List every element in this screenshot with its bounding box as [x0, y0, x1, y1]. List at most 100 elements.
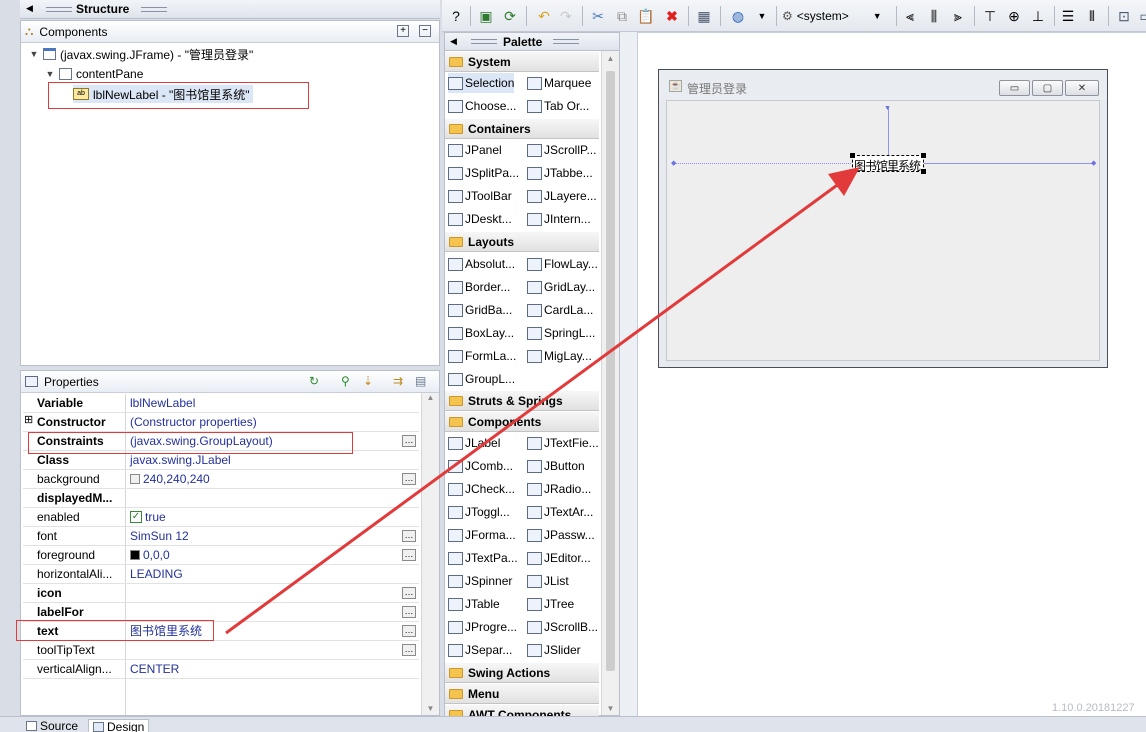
palette-item[interactable]: JTextFie...	[527, 433, 599, 453]
expand-all-icon[interactable]: +	[397, 25, 409, 37]
property-value[interactable]: ✓ true	[126, 508, 419, 526]
palette-item[interactable]: MigLay...	[527, 346, 592, 366]
property-row[interactable]: ⊞ Constructor (Constructor properties)	[23, 413, 419, 432]
close-button[interactable]: ✕	[1065, 80, 1099, 96]
cut-icon[interactable]: ✂	[588, 6, 608, 26]
palette-item[interactable]: FormLa...	[448, 346, 516, 366]
palette-item[interactable]: JSepar...	[448, 640, 512, 660]
help-icon[interactable]: ?	[446, 6, 466, 26]
align-middle-icon[interactable]: ⊕	[1004, 6, 1024, 26]
globe-icon[interactable]: ◍	[728, 6, 748, 26]
expand-icon[interactable]: ⊞	[24, 413, 33, 426]
selected-label[interactable]: 图书馆里系统	[850, 153, 926, 174]
property-value[interactable]: LEADING	[126, 565, 419, 583]
palette-item[interactable]: FlowLay...	[527, 254, 598, 274]
resize-handle[interactable]	[850, 169, 855, 174]
space-vertical-icon[interactable]: ☰	[1058, 6, 1078, 26]
property-value[interactable]	[126, 584, 419, 602]
palette-item[interactable]: JSlider	[527, 640, 581, 660]
resize-handle[interactable]	[850, 153, 855, 158]
tab-design[interactable]: Design	[88, 719, 150, 732]
redo-icon[interactable]: ↷	[556, 6, 576, 26]
align-top-icon[interactable]: ⊤	[980, 6, 1000, 26]
palette-item[interactable]: JScrollP...	[527, 140, 596, 160]
property-row[interactable]: toolTipText…	[23, 641, 419, 660]
property-row[interactable]: displayedM...	[23, 489, 419, 508]
chevron-down-icon[interactable]: ▼	[752, 6, 772, 26]
property-value[interactable]	[126, 489, 419, 507]
property-row[interactable]: icon…	[23, 584, 419, 603]
ellipsis-button[interactable]: …	[402, 473, 416, 485]
ellipsis-button[interactable]: …	[402, 587, 416, 599]
palette-item[interactable]: JTabbe...	[527, 163, 593, 183]
undo-icon[interactable]: ↶	[534, 6, 554, 26]
property-value[interactable]: 0,0,0	[126, 546, 419, 564]
paste-icon[interactable]: 📋	[636, 6, 656, 26]
palette-item[interactable]: GridBa...	[448, 300, 512, 320]
property-row[interactable]: font SimSun 12…	[23, 527, 419, 546]
tab-source[interactable]: Source	[22, 719, 82, 732]
show-events-icon[interactable]: ↻	[309, 374, 319, 388]
palette-item[interactable]: Choose...	[448, 96, 516, 116]
palette-item[interactable]: SpringL...	[527, 323, 595, 343]
property-row[interactable]: background 240,240,240…	[23, 470, 419, 489]
palette-item[interactable]: JPanel	[448, 140, 502, 160]
property-value[interactable]: CENTER	[126, 660, 419, 678]
palette-item[interactable]: JButton	[527, 456, 585, 476]
property-value[interactable]: (Constructor properties)	[126, 413, 419, 431]
palette-item[interactable]: JTextAr...	[527, 502, 593, 522]
properties-scrollbar[interactable]: ▲ ▼	[421, 393, 439, 715]
checkbox-icon[interactable]: ✓	[130, 511, 142, 523]
jframe-preview[interactable]: ☕ 管理员登录 ▭ ▢ ✕ ▼ ◆ ◆ 图书馆里系统	[658, 69, 1108, 368]
palette-item[interactable]: JList	[527, 571, 569, 591]
replicate-width-icon[interactable]: ⊡	[1114, 6, 1134, 26]
palette-item[interactable]: JScrollB...	[527, 617, 598, 637]
restore-default-icon[interactable]: ▤	[415, 374, 426, 388]
palette-item[interactable]: JComb...	[448, 456, 513, 476]
collapse-all-icon[interactable]: −	[419, 25, 431, 37]
palette-item[interactable]: JEditor...	[527, 548, 591, 568]
palette-item[interactable]: Border...	[448, 277, 510, 297]
scroll-up-icon[interactable]: ▲	[602, 54, 619, 63]
property-row[interactable]: verticalAlign... CENTER	[23, 660, 419, 679]
palette-item[interactable]: JRadio...	[527, 479, 591, 499]
palette-item[interactable]: JCheck...	[448, 479, 515, 499]
palette-item[interactable]: JForma...	[448, 525, 516, 545]
palette-item[interactable]: JProgre...	[448, 617, 517, 637]
replicate-height-icon[interactable]: ▭	[1136, 6, 1146, 26]
palette-item[interactable]: JLabel	[448, 433, 500, 453]
palette-item[interactable]: JToolBar	[448, 186, 512, 206]
palette-item[interactable]: JSplitPa...	[448, 163, 519, 183]
property-row[interactable]: foreground 0,0,0…	[23, 546, 419, 565]
resize-handle[interactable]	[921, 153, 926, 158]
ellipsis-button[interactable]: …	[402, 549, 416, 561]
tree-node-contentpane[interactable]: ▼ contentPane	[45, 65, 144, 83]
palette-category-components[interactable]: Components	[445, 411, 599, 432]
chevron-down-icon[interactable]: ▼	[29, 49, 39, 59]
ellipsis-button[interactable]: …	[402, 606, 416, 618]
test-gui-icon[interactable]: ▣	[476, 6, 496, 26]
ellipsis-button[interactable]: …	[402, 435, 416, 447]
palette-category-containers[interactable]: Containers	[445, 118, 599, 139]
space-horizontal-icon[interactable]: ⦀	[1082, 6, 1102, 26]
property-value[interactable]: SimSun 12	[126, 527, 419, 545]
palette-item[interactable]: CardLa...	[527, 300, 593, 320]
palette-item[interactable]: JTable	[448, 594, 500, 614]
chevron-down-icon[interactable]: ▼	[873, 11, 882, 21]
property-row[interactable]: horizontalAli... LEADING	[23, 565, 419, 584]
scroll-thumb[interactable]	[606, 71, 615, 671]
palette-item[interactable]: GroupL...	[448, 369, 515, 389]
palette-item[interactable]: BoxLay...	[448, 323, 514, 343]
property-value[interactable]: lblNewLabel	[126, 394, 419, 412]
scroll-up-icon[interactable]: ▲	[422, 393, 439, 402]
palette-item[interactable]: JToggl...	[448, 502, 510, 522]
convert-local-icon[interactable]: ⇣	[363, 374, 373, 388]
palette-scrollbar[interactable]: ▲ ▼	[601, 51, 619, 715]
palette-item[interactable]: JIntern...	[527, 209, 591, 229]
align-right-icon[interactable]: ⫸	[948, 6, 968, 26]
minimize-button[interactable]: ▭	[999, 80, 1030, 96]
scroll-down-icon[interactable]: ▼	[602, 704, 619, 713]
tree-node-jframe[interactable]: ▼ (javax.swing.JFrame) - "管理员登录"	[29, 45, 254, 63]
content-pane[interactable]: ▼ ◆ ◆ 图书馆里系统	[666, 100, 1100, 361]
palette-item[interactable]: JSpinner	[448, 571, 512, 591]
